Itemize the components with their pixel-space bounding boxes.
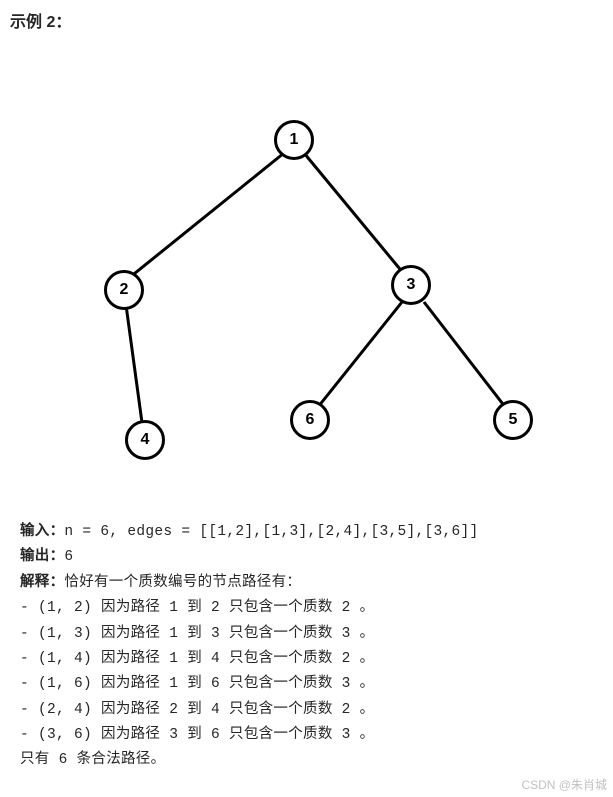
node-2: 2 [104,270,144,310]
edge-2-4 [126,305,143,430]
explain-label: 解释： [20,575,64,591]
path-line-4: - (1, 6) 因为路径 1 到 6 只包含一个质数 3 。 [20,672,595,697]
edge-3-5 [424,302,509,412]
node-1: 1 [274,120,314,160]
edge-1-2 [124,153,284,282]
input-label: 输入： [20,524,64,540]
path-line-5: - (2, 4) 因为路径 2 到 4 只包含一个质数 2 。 [20,698,595,723]
input-value: n = 6, edges = [[1,2],[1,3],[2,4],[3,5],… [64,524,478,540]
example-heading: 示例 2： [0,0,613,32]
final-line: 只有 6 条合法路径。 [20,748,595,773]
node-4: 4 [125,420,165,460]
path-line-3: - (1, 4) 因为路径 1 到 4 只包含一个质数 2 。 [20,647,595,672]
node-6: 6 [290,400,330,440]
tree-diagram: 1 2 3 4 6 5 [10,110,573,500]
output-label: 输出： [20,549,64,565]
path-line-1: - (1, 2) 因为路径 1 到 2 只包含一个质数 2 。 [20,596,595,621]
text-block: 输入：n = 6, edges = [[1,2],[1,3],[2,4],[3,… [20,520,595,774]
output-value: 6 [64,549,73,565]
node-3: 3 [391,265,431,305]
edge-1-3 [304,153,409,280]
explain-value: 恰好有一个质数编号的节点路径有： [64,575,301,591]
node-5: 5 [493,400,533,440]
watermark: CSDN @朱肖城 [521,776,607,793]
edge-3-6 [314,302,402,412]
path-line-6: - (3, 6) 因为路径 3 到 6 只包含一个质数 3 。 [20,723,595,748]
path-line-2: - (1, 3) 因为路径 1 到 3 只包含一个质数 3 。 [20,622,595,647]
